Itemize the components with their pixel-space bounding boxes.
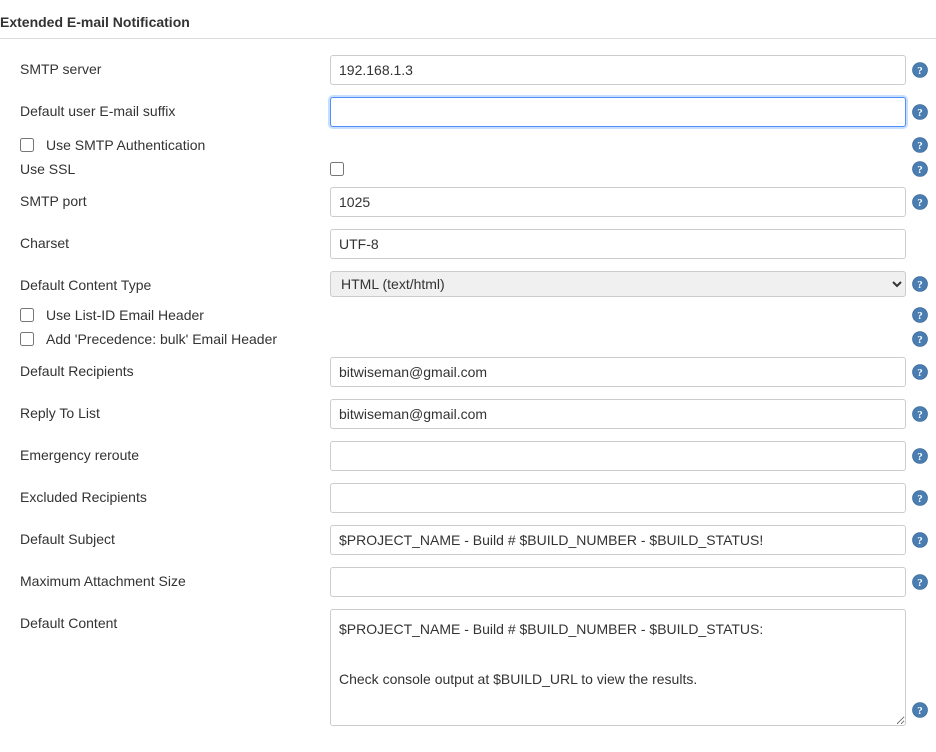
- help-icon[interactable]: ?: [912, 406, 928, 422]
- help-icon[interactable]: ?: [912, 702, 928, 718]
- svg-text:?: ?: [917, 451, 923, 463]
- row-default-recipients: Default Recipients ?: [0, 351, 936, 393]
- label-reply-to-list: Reply To List: [0, 399, 330, 421]
- default-subject-input[interactable]: [330, 525, 906, 555]
- excluded-recipients-input[interactable]: [330, 483, 906, 513]
- emergency-reroute-input[interactable]: [330, 441, 906, 471]
- row-default-content-type: Default Content Type HTML (text/html) ?: [0, 265, 936, 303]
- use-list-id-checkbox[interactable]: [20, 308, 34, 322]
- row-use-ssl: Use SSL ?: [0, 157, 936, 181]
- help-icon[interactable]: ?: [912, 161, 928, 177]
- row-default-subject: Default Subject ?: [0, 519, 936, 561]
- help-icon[interactable]: ?: [912, 364, 928, 380]
- label-excluded-recipients: Excluded Recipients: [0, 483, 330, 505]
- smtp-port-input[interactable]: [330, 187, 906, 217]
- svg-text:?: ?: [917, 577, 923, 589]
- svg-text:?: ?: [917, 65, 923, 77]
- svg-text:?: ?: [917, 705, 923, 717]
- svg-text:?: ?: [917, 367, 923, 379]
- help-icon[interactable]: ?: [912, 307, 928, 323]
- row-smtp-server: SMTP server ?: [0, 49, 936, 91]
- svg-text:?: ?: [917, 493, 923, 505]
- row-use-smtp-auth: Use SMTP Authentication ?: [0, 133, 936, 157]
- row-emergency-reroute: Emergency reroute ?: [0, 435, 936, 477]
- reply-to-list-input[interactable]: [330, 399, 906, 429]
- charset-input[interactable]: [330, 229, 906, 259]
- add-precedence-checkbox[interactable]: [20, 332, 34, 346]
- help-icon[interactable]: ?: [912, 194, 928, 210]
- row-add-precedence: Add 'Precedence: bulk' Email Header ?: [0, 327, 936, 351]
- row-excluded-recipients: Excluded Recipients ?: [0, 477, 936, 519]
- help-icon[interactable]: ?: [912, 532, 928, 548]
- label-default-suffix: Default user E-mail suffix: [0, 97, 330, 119]
- help-icon[interactable]: ?: [912, 574, 928, 590]
- help-icon[interactable]: ?: [912, 448, 928, 464]
- svg-text:?: ?: [917, 535, 923, 547]
- label-use-list-id: Use List-ID Email Header: [34, 307, 204, 323]
- svg-text:?: ?: [917, 310, 923, 322]
- use-smtp-auth-checkbox[interactable]: [20, 138, 34, 152]
- label-default-subject: Default Subject: [0, 525, 330, 547]
- row-default-suffix: Default user E-mail suffix ?: [0, 91, 936, 133]
- row-default-content: Default Content ?: [0, 603, 936, 732]
- help-icon[interactable]: ?: [912, 104, 928, 120]
- label-max-attachment: Maximum Attachment Size: [0, 567, 330, 589]
- help-icon[interactable]: ?: [912, 62, 928, 78]
- svg-text:?: ?: [917, 279, 923, 291]
- svg-text:?: ?: [917, 140, 923, 152]
- label-add-precedence: Add 'Precedence: bulk' Email Header: [34, 331, 277, 347]
- row-max-attachment: Maximum Attachment Size ?: [0, 561, 936, 603]
- help-icon[interactable]: ?: [912, 276, 928, 292]
- default-suffix-input[interactable]: [330, 97, 906, 127]
- default-recipients-input[interactable]: [330, 357, 906, 387]
- content-type-select[interactable]: HTML (text/html): [330, 271, 906, 297]
- svg-text:?: ?: [917, 409, 923, 421]
- help-icon[interactable]: ?: [912, 490, 928, 506]
- label-smtp-server: SMTP server: [0, 55, 330, 77]
- label-use-smtp-auth: Use SMTP Authentication: [34, 137, 205, 153]
- label-default-content-type: Default Content Type: [0, 271, 330, 293]
- svg-text:?: ?: [917, 164, 923, 176]
- label-charset: Charset: [0, 229, 330, 251]
- row-use-list-id: Use List-ID Email Header ?: [0, 303, 936, 327]
- smtp-server-input[interactable]: [330, 55, 906, 85]
- label-default-content: Default Content: [0, 609, 330, 631]
- row-smtp-port: SMTP port ?: [0, 181, 936, 223]
- help-icon[interactable]: ?: [912, 331, 928, 347]
- help-icon[interactable]: ?: [912, 137, 928, 153]
- svg-text:?: ?: [917, 197, 923, 209]
- label-default-recipients: Default Recipients: [0, 357, 330, 379]
- row-reply-to-list: Reply To List ?: [0, 393, 936, 435]
- label-use-ssl: Use SSL: [0, 161, 330, 177]
- label-smtp-port: SMTP port: [0, 187, 330, 209]
- label-emergency-reroute: Emergency reroute: [0, 441, 330, 463]
- max-attachment-input[interactable]: [330, 567, 906, 597]
- use-ssl-checkbox[interactable]: [330, 162, 344, 176]
- section-title: Extended E-mail Notification: [0, 8, 936, 39]
- row-charset: Charset: [0, 223, 936, 265]
- svg-text:?: ?: [917, 334, 923, 346]
- svg-text:?: ?: [917, 107, 923, 119]
- default-content-textarea[interactable]: [330, 609, 906, 726]
